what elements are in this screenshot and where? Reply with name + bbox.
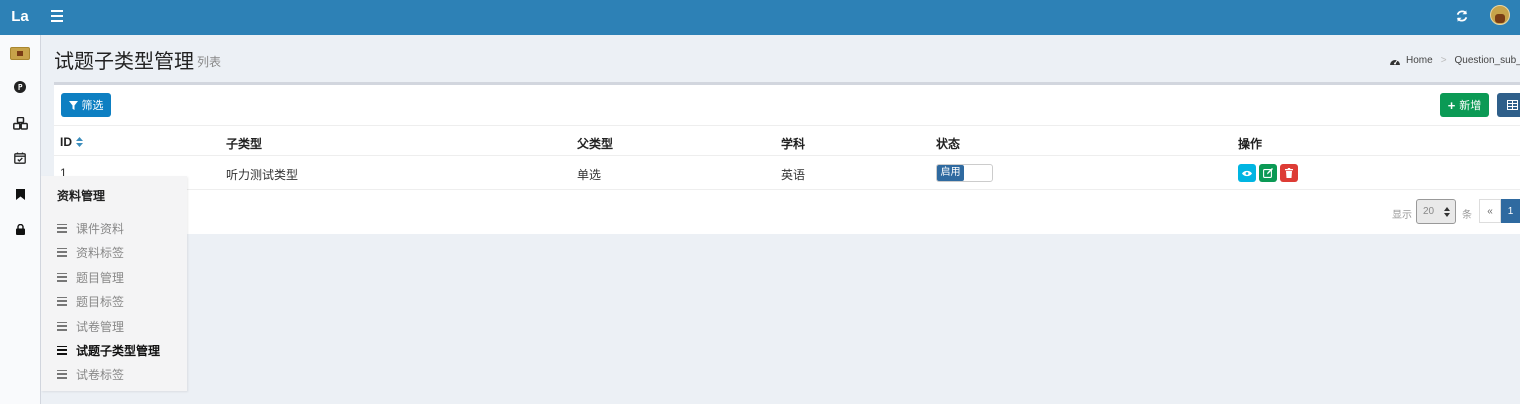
sidebar-toggle-icon[interactable] bbox=[51, 10, 63, 22]
page-title: 试题子类型管理 bbox=[54, 51, 194, 73]
sidebar-user-avatar bbox=[10, 47, 30, 60]
submenu-item-paper-tags[interactable]: 试卷标签 bbox=[57, 366, 124, 382]
submenu-item-questions[interactable]: 题目管理 bbox=[57, 269, 124, 285]
sidebar bbox=[0, 35, 41, 404]
trash-icon bbox=[1285, 168, 1293, 178]
list-icon bbox=[57, 272, 67, 282]
filter-button[interactable]: 筛选 bbox=[61, 93, 111, 117]
add-button[interactable]: + 新增 bbox=[1440, 93, 1489, 117]
column-header-parent: 父类型 bbox=[577, 137, 614, 151]
page-subtitle: 列表 bbox=[197, 55, 222, 69]
table-header: ID 子类型 父类型 学科 状态 操作 bbox=[54, 125, 1520, 156]
column-header-id[interactable]: ID bbox=[60, 135, 83, 149]
list-icon bbox=[57, 345, 67, 355]
grid-box: 筛选 + 新增 ID 子类型 父类型 学科 状态 操作 1 听力测试类型 单选 … bbox=[54, 82, 1520, 234]
page-1-button[interactable]: 1 bbox=[1501, 199, 1520, 223]
lock-icon bbox=[15, 223, 25, 235]
materials-submenu: 资料管理 课件资料 资料标签 题目管理 题目标签 试卷管理 试题子类型管理 试卷… bbox=[41, 176, 187, 391]
prev-page-button[interactable]: « bbox=[1479, 199, 1501, 223]
cell-subtype: 听力测试类型 bbox=[226, 168, 299, 182]
column-header-subject: 学科 bbox=[781, 137, 806, 151]
status-switch-label: 启用 bbox=[937, 165, 964, 181]
breadcrumb-separator: > bbox=[1440, 55, 1447, 66]
cell-subject: 英语 bbox=[781, 168, 806, 182]
sidebar-item-calendar[interactable] bbox=[11, 149, 29, 167]
calendar-check-icon bbox=[14, 152, 26, 164]
column-header-actions: 操作 bbox=[1238, 137, 1263, 151]
column-header-status: 状态 bbox=[936, 137, 961, 151]
edit-button[interactable] bbox=[1259, 164, 1277, 182]
pager-unit-label: 条 bbox=[1462, 210, 1472, 221]
submenu-item-material-tags[interactable]: 资料标签 bbox=[57, 244, 124, 260]
filter-icon bbox=[68, 100, 78, 110]
list-icon bbox=[57, 223, 67, 233]
sidebar-item-p[interactable] bbox=[11, 78, 29, 96]
filter-button-label: 筛选 bbox=[81, 100, 104, 112]
breadcrumb-current: Question_sub_ty bbox=[1454, 55, 1520, 66]
submenu-item-question-subtypes[interactable]: 试题子类型管理 bbox=[57, 342, 160, 358]
refresh-icon[interactable] bbox=[1455, 9, 1469, 23]
submenu-item-papers[interactable]: 试卷管理 bbox=[57, 318, 124, 334]
user-avatar[interactable] bbox=[1490, 5, 1510, 25]
per-page-value: 20 bbox=[1423, 206, 1435, 217]
top-navbar: La bbox=[0, 0, 1520, 35]
submenu-item-question-tags[interactable]: 题目标签 bbox=[57, 293, 124, 309]
edit-icon bbox=[1263, 168, 1273, 178]
list-icon bbox=[57, 296, 67, 306]
list-icon bbox=[57, 321, 67, 331]
p-circle-icon bbox=[14, 81, 26, 93]
delete-button[interactable] bbox=[1280, 164, 1298, 182]
submenu-item-courseware[interactable]: 课件资料 bbox=[57, 220, 124, 236]
dashboard-icon bbox=[1390, 59, 1400, 65]
sidebar-item-cubes[interactable] bbox=[11, 114, 29, 132]
breadcrumb-home[interactable]: Home bbox=[1406, 55, 1433, 66]
view-button[interactable] bbox=[1238, 164, 1256, 182]
eye-icon bbox=[1242, 170, 1252, 176]
add-button-label: 新增 bbox=[1459, 100, 1482, 112]
per-page-select[interactable]: 20 bbox=[1416, 199, 1456, 224]
sidebar-item-lock[interactable] bbox=[11, 220, 29, 238]
cell-parent: 单选 bbox=[577, 168, 602, 182]
pager-show-label: 显示 bbox=[1392, 210, 1412, 221]
status-switch[interactable]: 启用 bbox=[936, 164, 993, 182]
sidebar-item-materials[interactable] bbox=[11, 185, 29, 203]
sort-icon[interactable] bbox=[76, 137, 83, 147]
cubes-icon bbox=[12, 116, 28, 130]
app-logo[interactable]: La bbox=[0, 0, 40, 35]
list-icon bbox=[57, 247, 67, 257]
columns-button[interactable] bbox=[1497, 93, 1520, 117]
list-icon bbox=[57, 369, 67, 379]
table-icon bbox=[1506, 100, 1518, 110]
plus-icon: + bbox=[1447, 97, 1456, 113]
bookmark-icon bbox=[15, 188, 25, 200]
column-header-subtype: 子类型 bbox=[226, 137, 263, 151]
submenu-title: 资料管理 bbox=[57, 189, 106, 203]
breadcrumb: Home > Question_sub_ty bbox=[1389, 55, 1520, 66]
table-row: 1 听力测试类型 单选 英语 启用 bbox=[54, 156, 1520, 190]
